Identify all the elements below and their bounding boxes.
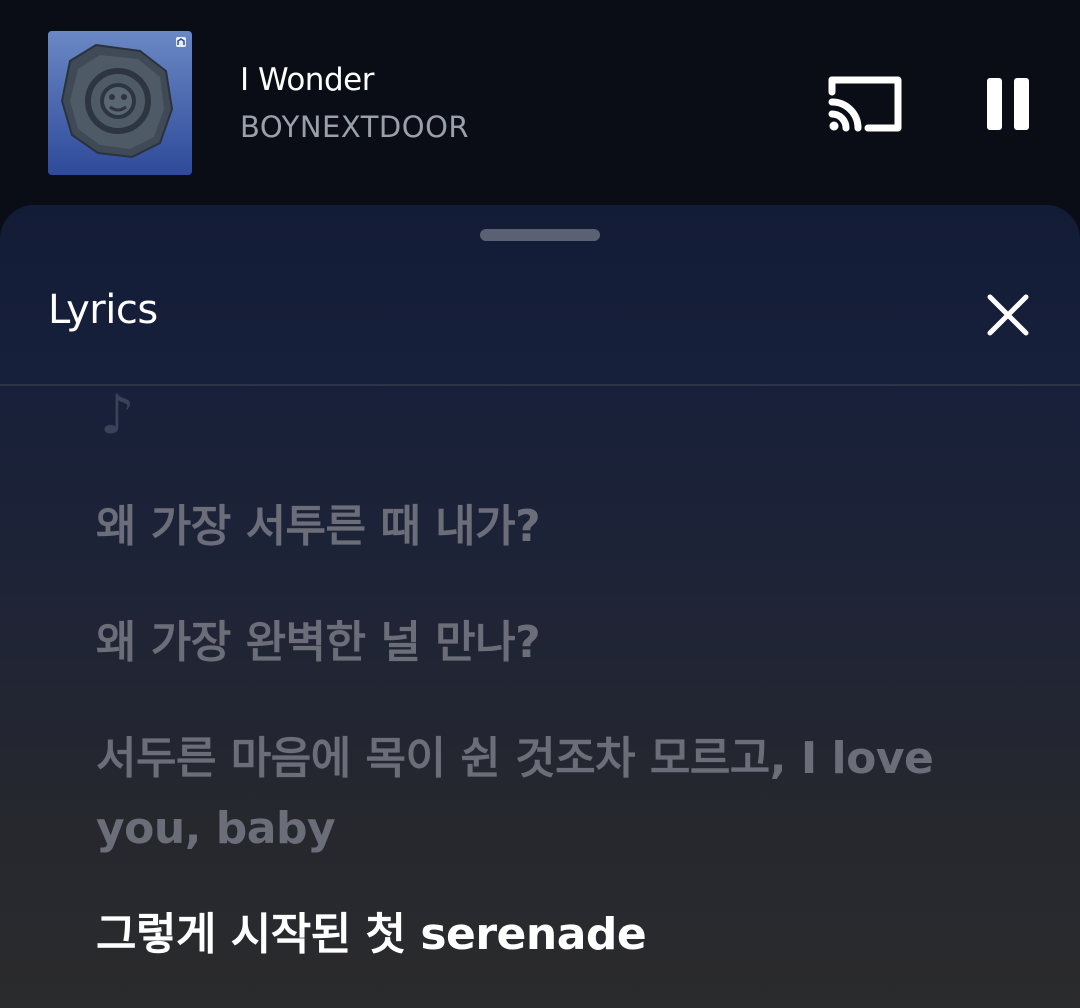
- pause-icon: [987, 78, 1029, 130]
- lyric-line[interactable]: 왜 가장 서투른 때 내가?: [96, 492, 996, 562]
- music-note-icon: ♪: [100, 386, 135, 446]
- mini-player[interactable]: I Wonder BOYNEXTDOOR: [0, 0, 1080, 205]
- album-cover-image: [48, 31, 192, 175]
- cast-icon: [828, 76, 902, 132]
- pause-button[interactable]: [976, 70, 1040, 138]
- lyric-line[interactable]: 왜 가장 완벽한 널 만나?: [96, 608, 996, 678]
- close-button[interactable]: [978, 285, 1038, 345]
- lyric-line-current[interactable]: 그렇게 시작된 첫 serenade: [96, 900, 996, 970]
- lyrics-list[interactable]: ♪ 왜 가장 서투른 때 내가? 왜 가장 완벽한 널 만나? 서두른 마음에 …: [0, 386, 1080, 1008]
- close-icon: [987, 294, 1029, 336]
- track-artist[interactable]: BOYNEXTDOOR: [240, 110, 469, 144]
- sheet-drag-handle[interactable]: [480, 229, 600, 241]
- lyrics-sheet: Lyrics ♪ 왜 가장 서투른 때 내가? 왜 가장 완벽한 널 만나? 서…: [0, 205, 1080, 1008]
- track-title[interactable]: I Wonder: [240, 62, 374, 98]
- album-art[interactable]: [48, 31, 192, 175]
- lyric-line[interactable]: 서두른 마음에 목이 쉰 것조차 모르고, I love you, baby: [96, 724, 996, 864]
- lyrics-title: Lyrics: [48, 287, 158, 333]
- cast-button[interactable]: [820, 70, 908, 138]
